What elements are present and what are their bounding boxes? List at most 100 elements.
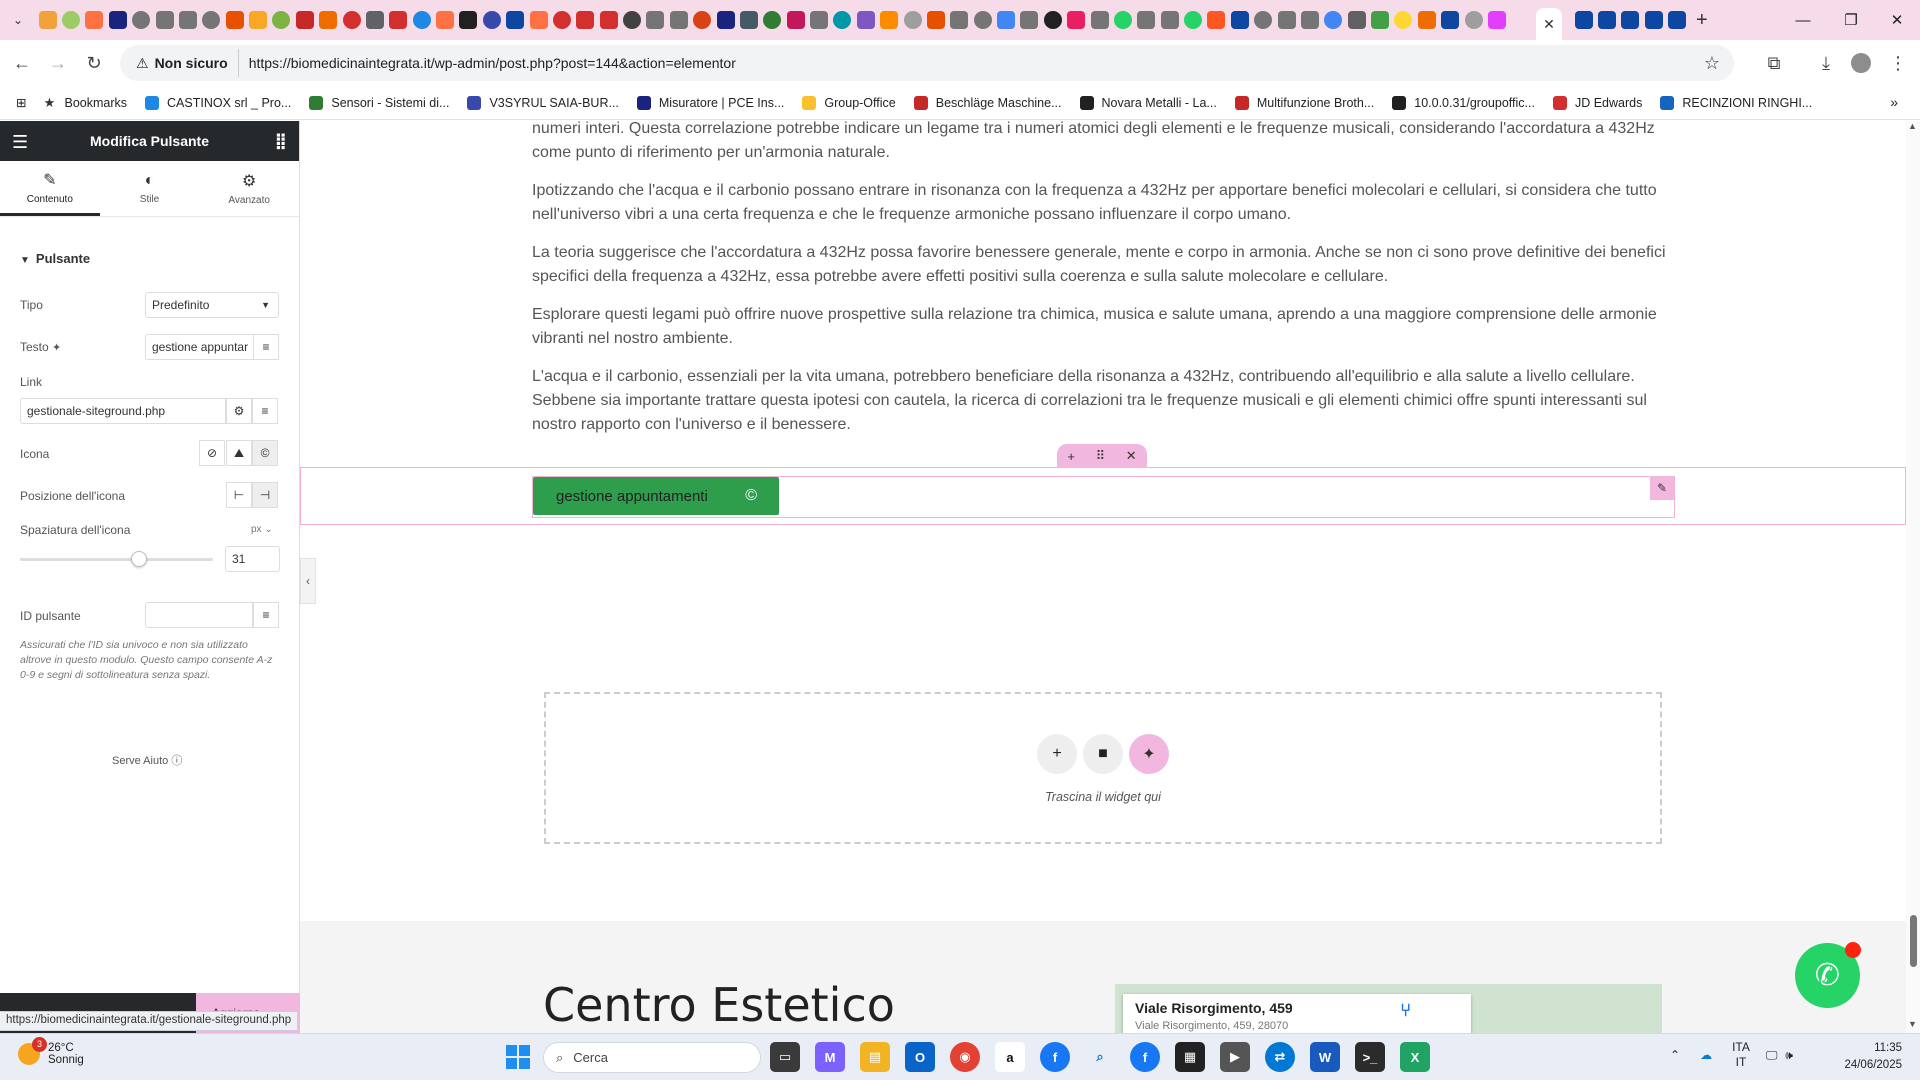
tab-favicon-icon[interactable] [1598, 11, 1617, 29]
map-embed[interactable]: Viale Risorgimento, 459 Viale Risorgimen… [1115, 984, 1662, 1033]
tab-favicon-icon[interactable] [1371, 11, 1390, 29]
tab-favicon-icon[interactable] [202, 11, 221, 29]
link-input[interactable]: gestionale-siteground.php [20, 398, 226, 424]
collapse-panel-icon[interactable]: ‹ [300, 558, 316, 604]
tab-favicon-icon[interactable] [62, 11, 81, 29]
tab-favicon-icon[interactable] [1254, 11, 1273, 29]
bookmark-item[interactable]: 10.0.0.31/groupoffic... [1392, 95, 1535, 110]
tab-favicon-icon[interactable] [1184, 11, 1203, 29]
tab-search-icon[interactable]: ⌄ [0, 0, 36, 40]
tab-favicon-icon[interactable] [926, 11, 945, 29]
tray-overflow-icon[interactable]: ⌃ [1670, 1048, 1680, 1062]
more-bookmarks-icon[interactable]: » [1890, 94, 1898, 110]
bookmark-star-icon[interactable]: ☆ [1704, 53, 1720, 74]
m365-icon[interactable]: M [815, 1042, 845, 1072]
widget-drop-zone[interactable]: + ■ ✦ Trascina il widget qui [544, 692, 1662, 844]
tab-favicon-icon[interactable] [389, 11, 408, 29]
copyright-icon-option[interactable]: © [252, 440, 278, 466]
tab-favicon-icon[interactable] [763, 11, 782, 29]
spacing-slider-track[interactable] [20, 558, 213, 561]
volume-icon[interactable]: 🕪 [1785, 1048, 1793, 1063]
tab-favicon-icon[interactable] [856, 11, 875, 29]
template-library-folder-icon[interactable]: ■ [1083, 734, 1123, 774]
tab-favicon-icon[interactable] [1644, 11, 1663, 29]
profile-avatar[interactable] [1851, 53, 1871, 73]
tipo-select[interactable]: Predefinito ▼ [145, 292, 279, 318]
media-player-icon[interactable]: ▶ [1220, 1042, 1250, 1072]
spacing-slider-handle[interactable] [131, 551, 147, 567]
tab-favicon-icon[interactable] [1441, 11, 1460, 29]
no-icon-option[interactable]: ⊘ [199, 440, 225, 466]
tab-favicon-icon[interactable] [38, 11, 57, 29]
network-icon[interactable]: 🖵 [1766, 1048, 1778, 1063]
close-window-icon[interactable]: ✕ [1874, 0, 1920, 40]
scrollbar-thumb[interactable] [1910, 915, 1917, 967]
tab-favicon-icon[interactable] [459, 11, 478, 29]
scroll-up-icon[interactable]: ▲ [1908, 121, 1917, 131]
scroll-down-icon[interactable]: ▼ [1908, 1019, 1917, 1029]
page-scrollbar[interactable]: ▲ ▼ [1906, 121, 1920, 1033]
tab-favicon-icon[interactable] [646, 11, 665, 29]
taskbar-search[interactable]: ⌕ Cerca [543, 1042, 761, 1073]
bookmark-item[interactable]: Sensori - Sistemi di... [309, 95, 449, 110]
minimize-icon[interactable]: — [1780, 0, 1826, 40]
tab-favicon-icon[interactable] [272, 11, 291, 29]
language-indicator[interactable]: ITA IT [1732, 1040, 1750, 1070]
link-dynamic-tags-icon[interactable]: ≡ [252, 398, 278, 424]
tab-favicon-icon[interactable] [225, 11, 244, 29]
dynamic-tags-icon[interactable]: ≡ [253, 334, 279, 360]
tab-favicon-icon[interactable] [482, 11, 501, 29]
tab-favicon-icon[interactable] [880, 11, 899, 29]
tab-favicon-icon[interactable] [903, 11, 922, 29]
tab-favicon-icon[interactable] [576, 11, 595, 29]
tab-favicon-icon[interactable] [412, 11, 431, 29]
ai-sparkle-button[interactable]: ✦ [1129, 734, 1169, 774]
tab-favicon-icon[interactable] [997, 11, 1016, 29]
id-dynamic-tags-icon[interactable]: ≡ [253, 602, 279, 628]
tab-favicon-icon[interactable] [1113, 11, 1132, 29]
tab-favicon-icon[interactable] [365, 11, 384, 29]
tab-avanzato[interactable]: ⚙ Avanzato [199, 161, 299, 216]
tab-favicon-icon[interactable] [1067, 11, 1086, 29]
teamviewer-icon[interactable]: ⇄ [1265, 1042, 1295, 1072]
tab-favicon-icon[interactable] [786, 11, 805, 29]
need-help-link[interactable]: Serve Aiuto ⓘ [112, 752, 182, 768]
amazon-icon[interactable]: a [995, 1042, 1025, 1072]
tab-favicon-icon[interactable] [1574, 11, 1593, 29]
tab-favicon-icon[interactable] [1230, 11, 1249, 29]
id-input[interactable] [145, 602, 253, 628]
tab-favicon-icon[interactable] [1137, 11, 1156, 29]
tab-favicon-icon[interactable] [1464, 11, 1483, 29]
tab-favicon-icon[interactable] [1394, 11, 1413, 29]
tab-favicon-icon[interactable] [716, 11, 735, 29]
forward-icon[interactable]: → [40, 45, 76, 81]
icon-position-start-icon[interactable]: ⊢ [226, 482, 252, 508]
tab-favicon-icon[interactable] [108, 11, 127, 29]
download-icon[interactable]: ⤓ [1808, 45, 1844, 81]
add-section-icon[interactable]: + [1067, 449, 1075, 464]
hamburger-menu-icon[interactable]: ☰ [12, 132, 28, 153]
tab-favicon-icon[interactable] [155, 11, 174, 29]
terminal-icon[interactable]: >_ [1355, 1042, 1385, 1072]
tab-favicon-icon[interactable] [1090, 11, 1109, 29]
tab-favicon-icon[interactable] [833, 11, 852, 29]
tab-favicon-icon[interactable] [85, 11, 104, 29]
add-section-button[interactable]: + [1037, 734, 1077, 774]
tab-favicon-icon[interactable] [950, 11, 969, 29]
weather-widget[interactable]: 3 26°C Sonnig [18, 1037, 84, 1066]
tab-favicon-icon[interactable] [342, 11, 361, 29]
tab-favicon-icon[interactable] [973, 11, 992, 29]
bookmark-item[interactable]: Group-Office [802, 95, 896, 110]
tab-favicon-icon[interactable] [1347, 11, 1366, 29]
security-chip[interactable]: ⚠ Non sicuro [126, 49, 239, 77]
word-icon[interactable]: W [1310, 1042, 1340, 1072]
file-explorer-icon[interactable]: ▤ [860, 1042, 890, 1072]
spacing-number-input[interactable]: 31 [225, 546, 280, 572]
tab-favicon-icon[interactable] [1160, 11, 1179, 29]
ai-sparkle-icon[interactable]: ✦ [52, 342, 61, 354]
bookmark-item[interactable]: CASTINOX srl _ Pro... [145, 95, 291, 110]
clock[interactable]: 11:35 24/06/2025 [1832, 1040, 1902, 1074]
tab-favicon-icon[interactable] [295, 11, 314, 29]
bookmark-item[interactable]: Multifunzione Broth... [1234, 95, 1374, 110]
section-toggle-pulsante[interactable]: ▼ Pulsante [20, 251, 90, 266]
